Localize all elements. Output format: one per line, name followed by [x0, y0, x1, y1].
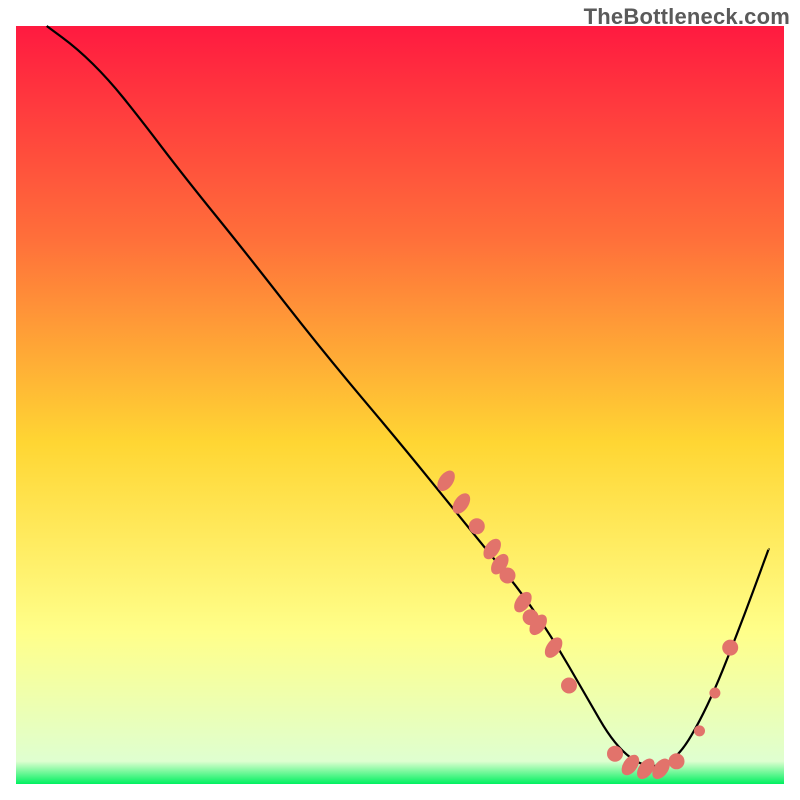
- highlight-point: [695, 726, 705, 736]
- highlight-point: [669, 754, 684, 769]
- highlight-point: [608, 746, 623, 761]
- watermark-label: TheBottleneck.com: [584, 4, 790, 30]
- highlight-point: [469, 519, 484, 534]
- highlight-point: [562, 678, 577, 693]
- highlight-point: [500, 568, 515, 583]
- highlight-point: [710, 688, 720, 698]
- bottleneck-plot: [0, 0, 800, 800]
- highlight-point: [723, 640, 738, 655]
- chart-container: TheBottleneck.com: [0, 0, 800, 800]
- plot-background: [16, 26, 784, 784]
